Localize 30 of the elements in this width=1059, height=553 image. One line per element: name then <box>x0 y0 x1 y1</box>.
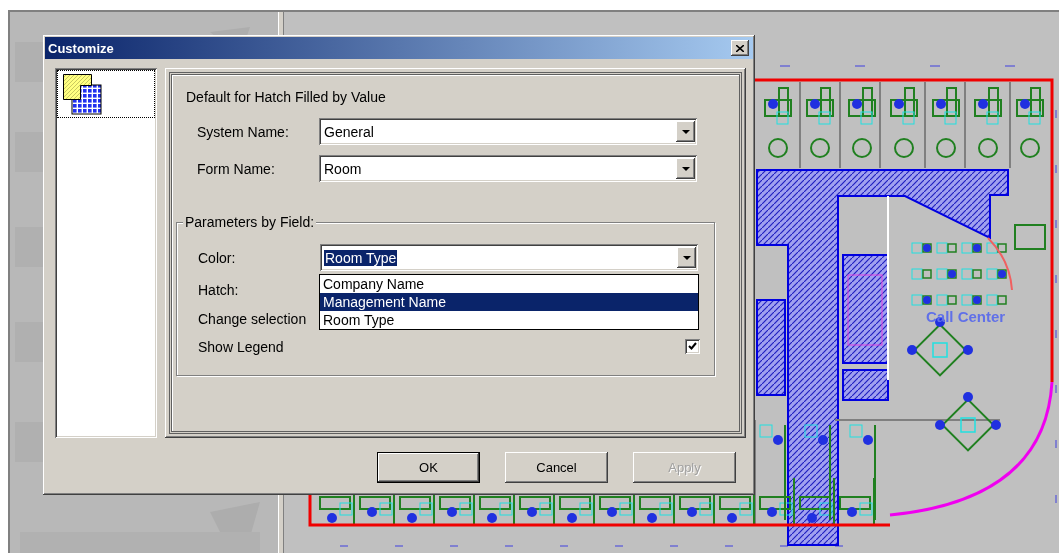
checkbox-label: Show Legend <box>198 338 285 355</box>
group-title: Parameters by Field: <box>183 214 317 230</box>
dropdown-option[interactable]: Management Name <box>320 293 698 311</box>
category-item[interactable] <box>57 70 155 118</box>
dropdown-option[interactable]: Room Type <box>320 311 698 329</box>
field-label: System Name: <box>197 123 290 140</box>
dropdown-field[interactable]: Room <box>319 155 697 182</box>
caret-icon <box>681 129 690 134</box>
caret-icon <box>681 166 690 171</box>
dropdown-button[interactable] <box>676 121 695 142</box>
close-icon <box>736 44 744 52</box>
dropdown-field[interactable]: General <box>319 118 697 145</box>
field-label: Form Name: <box>197 160 276 177</box>
caret-icon <box>682 255 691 260</box>
dialog-button[interactable]: OK <box>377 452 480 483</box>
dialog-button[interactable]: Cancel <box>505 452 608 483</box>
check-mark-icon <box>688 342 697 351</box>
field-label: Hatch: <box>198 281 240 298</box>
field-label: Color: <box>198 249 237 266</box>
room-label: Call Center <box>926 308 1006 325</box>
section-heading: Default for Hatch Filled by Value <box>186 89 387 105</box>
dropdown-option[interactable]: Company Name <box>320 275 698 293</box>
checkbox[interactable] <box>685 339 700 354</box>
window-title: Customize <box>48 40 115 56</box>
hatch-icon <box>63 74 102 115</box>
dropdown-button[interactable] <box>676 158 695 179</box>
dropdown-button[interactable] <box>677 247 696 268</box>
field-label: Change selection <box>198 310 308 327</box>
close-button[interactable] <box>731 40 749 56</box>
dropdown-field[interactable]: Room Type <box>320 244 698 271</box>
